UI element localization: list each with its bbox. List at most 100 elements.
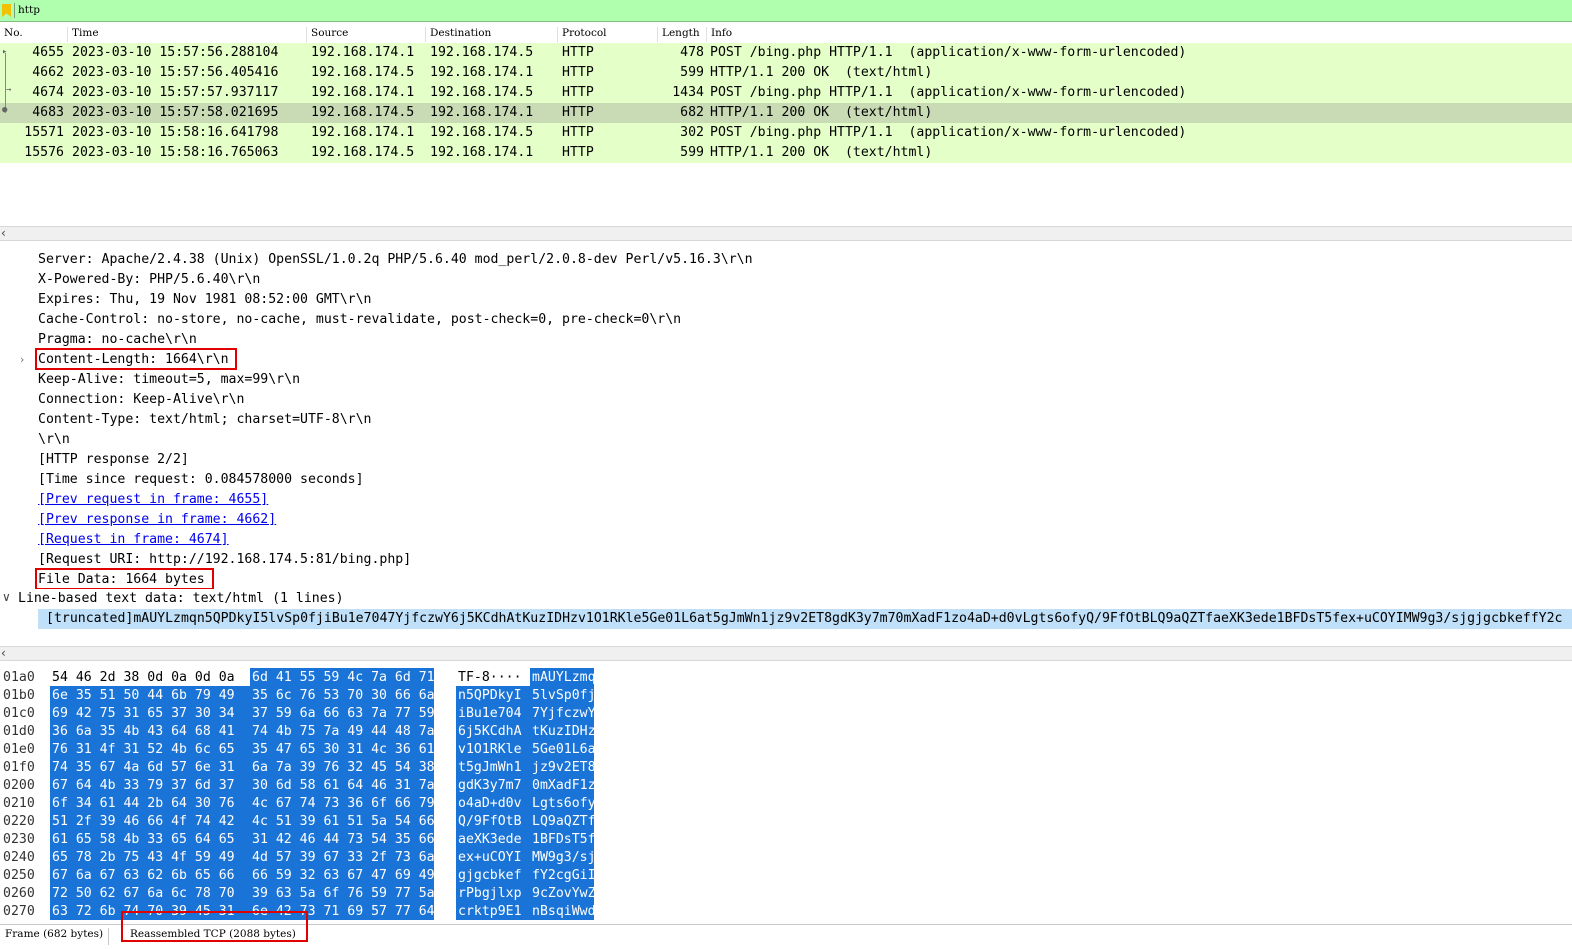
column-header-source[interactable]: Source: [307, 27, 426, 42]
ascii-group-1[interactable]: n5QPDkyI: [456, 686, 530, 704]
ascii-group-2[interactable]: Lgts6ofy: [530, 794, 596, 812]
prev-request-link[interactable]: [Prev request in frame: 4655]: [38, 492, 268, 507]
request-in-frame-link[interactable]: [Request in frame: 4674]: [38, 532, 229, 547]
column-header-protocol[interactable]: Protocol: [558, 27, 658, 42]
hex-bytes-group-1[interactable]: 54 46 2d 38 0d 0a 0d 0a: [50, 668, 250, 686]
ascii-group-1[interactable]: t5gJmWn1: [456, 758, 530, 776]
hex-bytes-group-1[interactable]: 72 50 62 67 6a 6c 78 70: [50, 884, 250, 902]
hex-bytes-group-1[interactable]: 67 64 4b 33 79 37 6d 37: [50, 776, 250, 794]
hex-bytes-group-2[interactable]: 35 47 65 30 31 4c 36 61: [250, 740, 435, 758]
hex-bytes-group-2[interactable]: 6d 41 55 59 4c 7a 6d 71: [250, 668, 435, 686]
hex-bytes-group-2[interactable]: 4d 57 39 67 33 2f 73 6a: [250, 848, 435, 866]
ascii-group-2[interactable]: 5lvSp0fj: [530, 686, 596, 704]
display-filter-bar[interactable]: http: [0, 0, 1572, 22]
ascii-group-2[interactable]: nBsqiWwd: [530, 902, 596, 920]
hex-row[interactable]: 0250 67 6a 67 63 62 6b 65 66 66 59 32 63 6…: [0, 866, 1572, 884]
expand-chevron-icon[interactable]: ›: [20, 353, 24, 366]
ascii-group-1[interactable]: rPbgjlxp: [456, 884, 530, 902]
detail-line[interactable]: X-Powered-By: PHP/5.6.40\r\n: [38, 272, 260, 287]
hex-offset[interactable]: 0200: [3, 778, 35, 793]
detail-line[interactable]: Expires: Thu, 19 Nov 1981 08:52:00 GMT\r…: [38, 292, 371, 307]
hex-bytes-group-2[interactable]: 4c 51 39 61 51 5a 54 66: [250, 812, 435, 830]
ascii-group-1[interactable]: aeXK3ede: [456, 830, 530, 848]
detail-line[interactable]: [Request URI: http://192.168.174.5:81/bi…: [38, 552, 411, 567]
detail-line[interactable]: [Time since request: 0.084578000 seconds…: [38, 472, 364, 487]
ascii-group-2[interactable]: LQ9aQZTf: [530, 812, 596, 830]
hex-bytes-group-2[interactable]: 74 4b 75 7a 49 44 48 7a: [250, 722, 435, 740]
hex-row[interactable]: 0210 6f 34 61 44 2b 64 30 76 4c 67 74 73 3…: [0, 794, 1572, 812]
collapse-chevron-icon[interactable]: ∨: [2, 590, 11, 604]
detail-line[interactable]: Server: Apache/2.4.38 (Unix) OpenSSL/1.0…: [38, 252, 753, 267]
column-header-time[interactable]: Time: [68, 27, 307, 42]
scroll-left-icon[interactable]: ‹: [1, 226, 6, 240]
ascii-group-1[interactable]: v1O1RKle: [456, 740, 530, 758]
ascii-group-2[interactable]: jz9v2ET8: [530, 758, 596, 776]
column-header-destination[interactable]: Destination: [426, 27, 558, 42]
hex-offset[interactable]: 0260: [3, 886, 35, 901]
column-header-length[interactable]: Length: [658, 27, 707, 42]
ascii-group-2[interactable]: mAUYLzmq: [530, 668, 596, 686]
hex-row[interactable]: 0240 65 78 2b 75 43 4f 59 49 4d 57 39 67 3…: [0, 848, 1572, 866]
detail-line[interactable]: Connection: Keep-Alive\r\n: [38, 392, 244, 407]
column-header-info[interactable]: Info: [707, 27, 1572, 42]
ascii-group-1[interactable]: o4aD+d0v: [456, 794, 530, 812]
prev-response-link[interactable]: [Prev response in frame: 4662]: [38, 512, 276, 527]
ascii-group-1[interactable]: 6j5KCdhA: [456, 722, 530, 740]
hex-offset[interactable]: 01d0: [3, 724, 35, 739]
detail-line[interactable]: [HTTP response 2/2]: [38, 452, 189, 467]
detail-line[interactable]: Content-Type: text/html; charset=UTF-8\r…: [38, 412, 371, 427]
packet-row[interactable]: → 4674 2023-03-10 15:57:57.937117 192.16…: [0, 83, 1572, 103]
packet-row[interactable]: 15571 2023-03-10 15:58:16.641798 192.168…: [0, 123, 1572, 143]
hex-offset[interactable]: 01e0: [3, 742, 35, 757]
hex-row[interactable]: 01a0 54 46 2d 38 0d 0a 0d 0a 6d 41 55 59 4…: [0, 668, 1572, 686]
hex-row[interactable]: 0200 67 64 4b 33 79 37 6d 37 30 6d 58 61 6…: [0, 776, 1572, 794]
hex-offset[interactable]: 0230: [3, 832, 35, 847]
packet-row[interactable]: 4662 2023-03-10 15:57:56.405416 192.168.…: [0, 63, 1572, 83]
packet-row[interactable]: ▸ 4655 2023-03-10 15:57:56.288104 192.16…: [0, 43, 1572, 63]
hex-row[interactable]: 01f0 74 35 67 4a 6d 57 6e 31 6a 7a 39 76 3…: [0, 758, 1572, 776]
hex-bytes-group-1[interactable]: 61 65 58 4b 33 65 64 65: [50, 830, 250, 848]
hex-bytes-group-1[interactable]: 67 6a 67 63 62 6b 65 66: [50, 866, 250, 884]
hex-bytes-group-1[interactable]: 76 31 4f 31 52 4b 6c 65: [50, 740, 250, 758]
hex-bytes-group-1[interactable]: 51 2f 39 46 66 4f 74 42: [50, 812, 250, 830]
ascii-group-2[interactable]: 7YjfczwY: [530, 704, 596, 722]
packet-list-scrollbar[interactable]: ‹: [0, 226, 1572, 241]
hex-offset[interactable]: 0220: [3, 814, 35, 829]
ascii-group-1[interactable]: ex+uCOYI: [456, 848, 530, 866]
hex-row[interactable]: 01e0 76 31 4f 31 52 4b 6c 65 35 47 65 30 3…: [0, 740, 1572, 758]
hex-bytes-group-2[interactable]: 37 59 6a 66 63 7a 77 59: [250, 704, 435, 722]
detail-line[interactable]: Keep-Alive: timeout=5, max=99\r\n: [38, 372, 300, 387]
ascii-group-2[interactable]: fY2cgGiI: [530, 866, 596, 884]
ascii-group-2[interactable]: tKuzIDHz: [530, 722, 596, 740]
detail-line[interactable]: Cache-Control: no-store, no-cache, must-…: [38, 312, 681, 327]
hex-offset[interactable]: 0240: [3, 850, 35, 865]
packet-row-selected[interactable]: ● 4683 2023-03-10 15:57:58.021695 192.16…: [0, 103, 1572, 123]
hex-offset[interactable]: 0210: [3, 796, 35, 811]
ascii-group-1[interactable]: TF-8····: [456, 668, 530, 686]
hex-offset[interactable]: 01f0: [3, 760, 35, 775]
hex-row[interactable]: 0220 51 2f 39 46 66 4f 74 42 4c 51 39 61 5…: [0, 812, 1572, 830]
hex-row[interactable]: 0230 61 65 58 4b 33 65 64 65 31 42 46 44 7…: [0, 830, 1572, 848]
line-based-text-node[interactable]: ∨ Line-based text data: text/html (1 lin…: [0, 589, 1572, 609]
hex-offset[interactable]: 01a0: [3, 670, 35, 685]
ascii-group-2[interactable]: 9cZovYwZ: [530, 884, 596, 902]
scroll-left-icon[interactable]: ‹: [1, 646, 6, 660]
hex-bytes-group-1[interactable]: 69 42 75 31 65 37 30 34: [50, 704, 250, 722]
hex-offset[interactable]: 01c0: [3, 706, 35, 721]
hex-bytes-group-1[interactable]: 6f 34 61 44 2b 64 30 76: [50, 794, 250, 812]
tab-frame[interactable]: Frame (682 bytes): [0, 928, 110, 945]
hex-bytes-group-1[interactable]: 36 6a 35 4b 43 64 68 41: [50, 722, 250, 740]
ascii-group-1[interactable]: gjgcbkef: [456, 866, 530, 884]
bookmark-icon[interactable]: [2, 4, 11, 17]
hex-bytes-group-2[interactable]: 31 42 46 44 73 54 35 66: [250, 830, 435, 848]
hex-bytes-group-2[interactable]: 6a 7a 39 76 32 45 54 38: [250, 758, 435, 776]
hex-bytes-group-2[interactable]: 35 6c 76 53 70 30 66 6a: [250, 686, 435, 704]
packet-row[interactable]: 15576 2023-03-10 15:58:16.765063 192.168…: [0, 143, 1572, 163]
hex-bytes-group-1[interactable]: 74 35 67 4a 6d 57 6e 31: [50, 758, 250, 776]
hex-bytes-group-2[interactable]: 4c 67 74 73 36 6f 66 79: [250, 794, 435, 812]
hex-bytes-group-2[interactable]: 39 63 5a 6f 76 59 77 5a: [250, 884, 435, 902]
details-scrollbar[interactable]: ‹: [0, 646, 1572, 661]
ascii-group-1[interactable]: gdK3y7m7: [456, 776, 530, 794]
hex-bytes-group-1[interactable]: 65 78 2b 75 43 4f 59 49: [50, 848, 250, 866]
truncated-data-line[interactable]: [truncated]mAUYLzmqn5QPDkyI5lvSp0fjiBu1e…: [38, 609, 1572, 629]
